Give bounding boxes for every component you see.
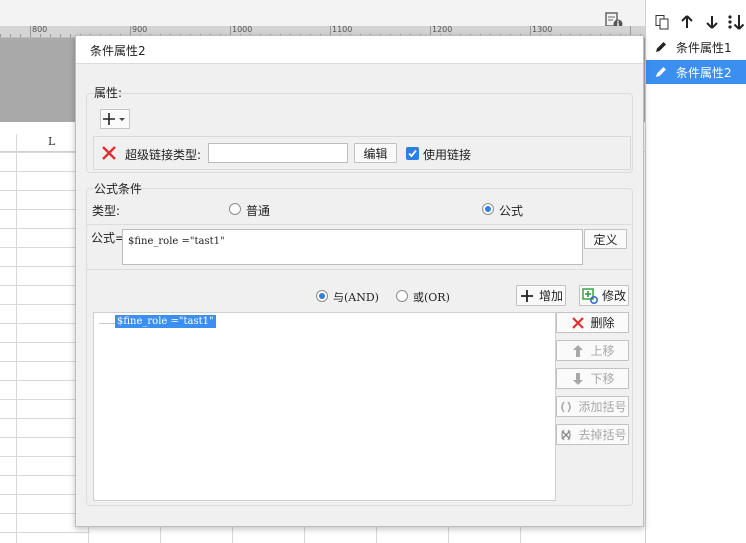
pencil-icon: [646, 65, 676, 79]
hyperlink-attribute-row: 超级链接类型: 编辑 使用链接: [93, 136, 631, 170]
use-link-checkbox[interactable]: [406, 147, 419, 160]
grid-row-line: [0, 532, 90, 533]
column-letter: L: [48, 135, 56, 148]
ruler-tick: [50, 34, 51, 37]
arrow-down-icon[interactable]: [702, 12, 722, 32]
condition-attribute-dialog: 条件属性2 属性: 超级链接类型: 编辑 使用链接 公式条件 类型: 普通 公式…: [75, 35, 644, 527]
add-condition-label: 增加: [538, 289, 563, 303]
dialog-title: 条件属性2: [76, 36, 643, 64]
delete-condition-label: 删除: [590, 316, 615, 330]
move-bottom-icon[interactable]: [726, 12, 746, 32]
modify-condition-label: 修改: [601, 289, 626, 303]
ruler-tick: [20, 34, 21, 37]
condition-item-label: 条件属性2: [676, 65, 732, 80]
use-link-label: 使用链接: [423, 148, 472, 162]
copy-icon[interactable]: [652, 12, 672, 32]
define-button[interactable]: 定义: [584, 229, 627, 249]
type-formula-radio[interactable]: [482, 203, 494, 215]
hyperlink-type-field[interactable]: [208, 143, 348, 163]
delete-x-icon: [570, 315, 586, 331]
ruler-label: 1000: [232, 26, 253, 34]
ruler-label: 1300: [532, 26, 553, 34]
move-down-label: 下移: [590, 372, 615, 386]
logic-or-radio[interactable]: [396, 290, 408, 302]
pencil-icon: [646, 40, 676, 54]
add-condition-button[interactable]: 增加: [516, 285, 566, 306]
down-arrow-icon: [570, 371, 586, 387]
ruler-tick: [10, 34, 11, 37]
remove-bracket-icon: [558, 427, 574, 443]
ruler-tick: [30, 26, 31, 37]
move-up-label: 上移: [590, 344, 615, 358]
ruler-label: 800: [32, 26, 48, 34]
move-up-button[interactable]: 上移: [556, 340, 629, 361]
type-formula-label: 公式: [499, 204, 524, 218]
designer-toolbar-area: [0, 0, 645, 26]
formula-input[interactable]: $fine_role ="tast1": [122, 229, 583, 265]
ruler-tick: [70, 34, 71, 37]
delete-condition-button[interactable]: 删除: [556, 312, 629, 333]
condition-list-item[interactable]: $fine_role ="tast1": [115, 315, 216, 328]
add-attribute-button[interactable]: [100, 109, 130, 129]
add-bracket-button[interactable]: 添加括号: [556, 396, 629, 417]
move-down-button[interactable]: 下移: [556, 368, 629, 389]
formula-label: 公式=: [91, 231, 126, 245]
type-label: 类型:: [92, 204, 121, 218]
remove-attribute-icon[interactable]: [100, 144, 118, 162]
modify-icon: [582, 287, 598, 304]
bracket-icon: [558, 399, 574, 415]
ruler-tick: [40, 34, 41, 37]
ruler-tick: [60, 34, 61, 37]
logic-or-label: 或(OR): [413, 291, 450, 304]
up-arrow-icon: [570, 343, 586, 359]
ruler-label: 1200: [432, 26, 453, 34]
remove-bracket-label: 去掉括号: [578, 428, 627, 442]
condition-item-label: 条件属性1: [676, 40, 732, 55]
ruler-label: 1100: [332, 26, 353, 34]
hyperlink-type-label: 超级链接类型:: [125, 148, 202, 162]
logic-and-label: 与(AND): [333, 291, 379, 304]
condition-attribute-panel: 条件属性1 条件属性2: [645, 0, 746, 543]
remove-bracket-button[interactable]: 去掉括号: [556, 424, 629, 445]
condition-list[interactable]: $fine_role ="tast1": [93, 312, 556, 501]
arrow-up-icon[interactable]: [677, 12, 697, 32]
attributes-legend: 属性:: [94, 86, 123, 100]
plus-icon: [519, 288, 535, 304]
ruler-tick: [0, 34, 1, 37]
add-bracket-label: 添加括号: [578, 400, 627, 414]
type-normal-radio[interactable]: [229, 203, 241, 215]
modify-condition-button[interactable]: 修改: [579, 285, 629, 306]
panel-toolbar: [646, 8, 746, 34]
condition-item-2[interactable]: 条件属性2: [646, 60, 746, 84]
edit-button[interactable]: 编辑: [354, 143, 397, 163]
condition-item-1[interactable]: 条件属性1: [646, 35, 746, 59]
type-normal-label: 普通: [246, 204, 271, 218]
ruler-label: 900: [132, 26, 148, 34]
formula-condition-legend: 公式条件: [94, 182, 143, 196]
logic-and-radio[interactable]: [316, 290, 328, 302]
